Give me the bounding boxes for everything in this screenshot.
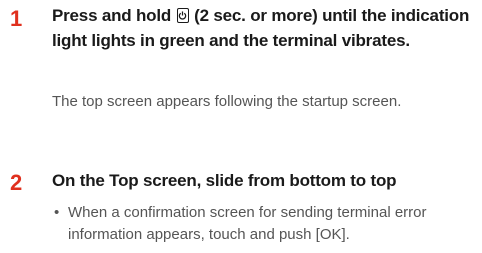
power-button-icon	[176, 8, 189, 23]
step-heading: Press and hold (2 sec. or more) until th…	[52, 3, 477, 53]
bullet-mark: •	[54, 204, 60, 221]
bullet-text: When a confirmation screen for sending t…	[68, 204, 427, 243]
list-item: • When a confirmation screen for sending…	[52, 202, 477, 246]
step-bullet-list: • When a confirmation screen for sending…	[52, 202, 477, 246]
step-heading: On the Top screen, slide from bottom to …	[52, 171, 397, 190]
step-number: 2	[10, 170, 23, 195]
step-number: 1	[10, 6, 23, 31]
step-description: The top screen appears following the sta…	[52, 93, 402, 110]
step-heading-text: Press and hold	[52, 6, 172, 25]
